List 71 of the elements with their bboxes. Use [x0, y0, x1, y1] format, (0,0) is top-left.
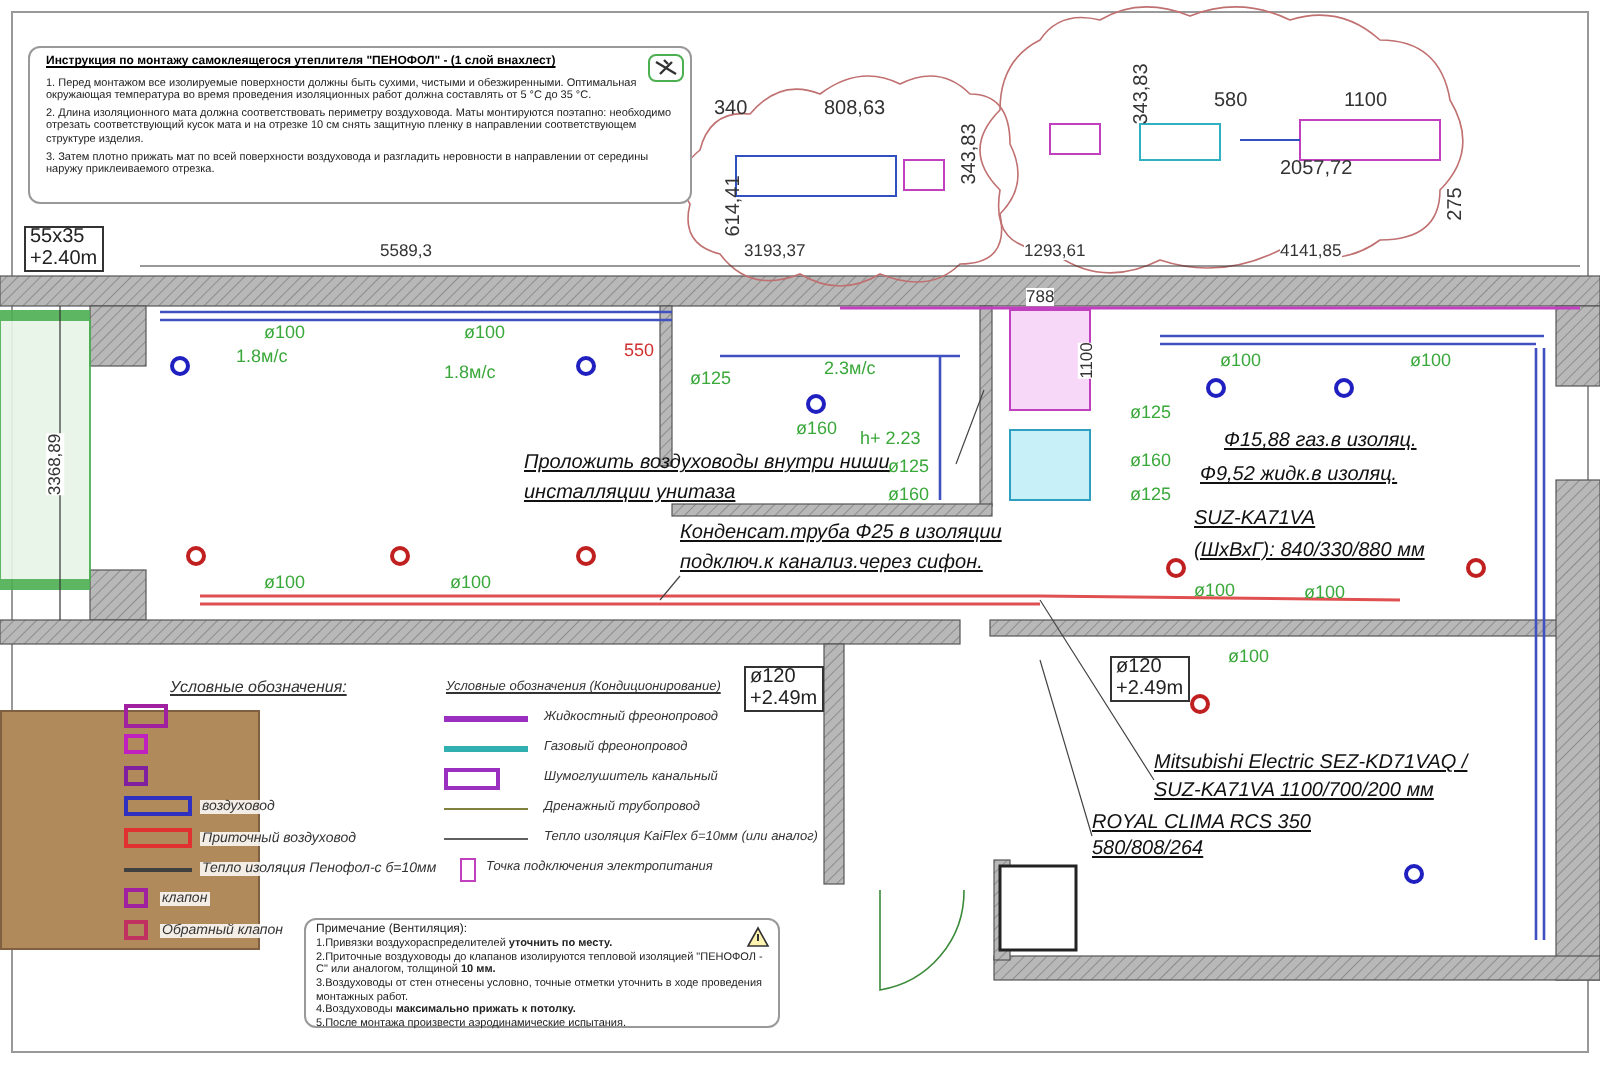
- dimension-text: 808,63: [824, 100, 886, 120]
- duct-label: ø125: [690, 370, 732, 388]
- duct-label: ø100: [450, 574, 492, 592]
- wall-niche: [998, 864, 1078, 952]
- duct-label: ø100: [1304, 584, 1346, 602]
- dimension-text: 275: [1446, 187, 1467, 221]
- annotation-text: Ф15,88 газ.в изоляц.: [1224, 432, 1417, 452]
- diffuser-icon: [806, 394, 826, 414]
- diffuser-icon: [170, 356, 190, 376]
- annotation-text: SUZ-KA71VA: [1194, 510, 1316, 530]
- dimension-text: 788: [1026, 288, 1055, 305]
- duct-label: 1.8м/с: [444, 364, 496, 382]
- duct-label: ø100: [1220, 352, 1262, 370]
- dimension-text: 340: [714, 100, 748, 120]
- duct-label: ø160: [796, 420, 838, 438]
- duct-label: ø100: [1410, 352, 1452, 370]
- warning-icon: [746, 926, 770, 948]
- tool-icon: [648, 54, 684, 82]
- duct-label: ø100: [1194, 582, 1236, 600]
- duct-label: ø125: [888, 458, 930, 476]
- annotation-text: инсталляции унитаза: [524, 484, 736, 504]
- annotation-text: Mitsubishi Electric SEZ-KD71VAQ /: [1154, 754, 1468, 774]
- diffuser-icon: [1334, 378, 1354, 398]
- duct-label: ø125: [1130, 486, 1172, 504]
- supply-unit: [1009, 429, 1091, 501]
- elevation-tag: ø120 +2.49m: [744, 666, 824, 712]
- dimension-text: 2057,72: [1280, 160, 1353, 180]
- duct-label: 1.8м/с: [236, 348, 288, 366]
- annotation-text: 580/808/264: [1092, 840, 1204, 860]
- dimension-text: 343,83: [1132, 63, 1153, 125]
- annotation-text: Ф9,52 жидк.в изоляц.: [1200, 466, 1398, 486]
- legend-title: Условные обозначения:: [170, 676, 347, 700]
- annotation-text: Конденсат.труба Ф25 в изоляции: [680, 524, 1002, 544]
- duct-label: ø100: [464, 324, 506, 342]
- dimension-text: 3193,37: [744, 242, 806, 259]
- door-swing-drawing: [879, 889, 965, 991]
- annotation-text: Проложить воздуховоды внутри ниши: [524, 454, 890, 474]
- diffuser-icon: [1206, 378, 1226, 398]
- diffuser-icon: [186, 546, 206, 566]
- diffuser-icon: [390, 546, 410, 566]
- diffuser-icon: [1466, 558, 1486, 578]
- dimension-text: 3368,89: [46, 433, 64, 496]
- dimension-text: 1293,61: [1024, 242, 1086, 259]
- dimension-text: 580: [1214, 92, 1248, 112]
- dimension-text: 550: [624, 342, 655, 360]
- annotation-text: ROYAL CLIMA RCS 350: [1092, 814, 1311, 834]
- diffuser-icon: [1166, 558, 1186, 578]
- elevation-tag: ø120 +2.49m: [1110, 656, 1190, 702]
- air-handling-unit: [1009, 309, 1091, 411]
- annotation-text: (ШхВхГ): 840/330/880 мм: [1194, 542, 1425, 562]
- annotation-text: подключ.к канализ.через сифон.: [680, 554, 983, 574]
- dimension-text: 614,41: [724, 175, 745, 237]
- elevation-tag: 55x35 +2.40m: [24, 226, 104, 272]
- duct-label: ø100: [264, 324, 306, 342]
- duct-label: ø100: [264, 574, 306, 592]
- dimension-text: 343,83: [960, 123, 981, 185]
- dimension-text: 5589,3: [380, 242, 432, 259]
- dimension-text: 1100: [1077, 342, 1095, 379]
- duct-label: ø125: [1130, 404, 1172, 422]
- duct-label: ø160: [1130, 452, 1172, 470]
- annotation-text: SUZ-KA71VA 1100/700/200 мм: [1154, 782, 1434, 802]
- duct-label: 2.3м/с: [824, 360, 876, 378]
- duct-label: ø100: [1228, 648, 1270, 666]
- diffuser-icon: [576, 546, 596, 566]
- dimension-text: 1100: [1344, 92, 1388, 112]
- duct-label: h+ 2.23: [860, 430, 921, 448]
- dimension-text: 4141,85: [1280, 242, 1342, 259]
- diffuser-icon: [1190, 694, 1210, 714]
- duct-label: ø160: [888, 486, 930, 504]
- diffuser-icon: [1404, 864, 1424, 884]
- diffuser-icon: [576, 356, 596, 376]
